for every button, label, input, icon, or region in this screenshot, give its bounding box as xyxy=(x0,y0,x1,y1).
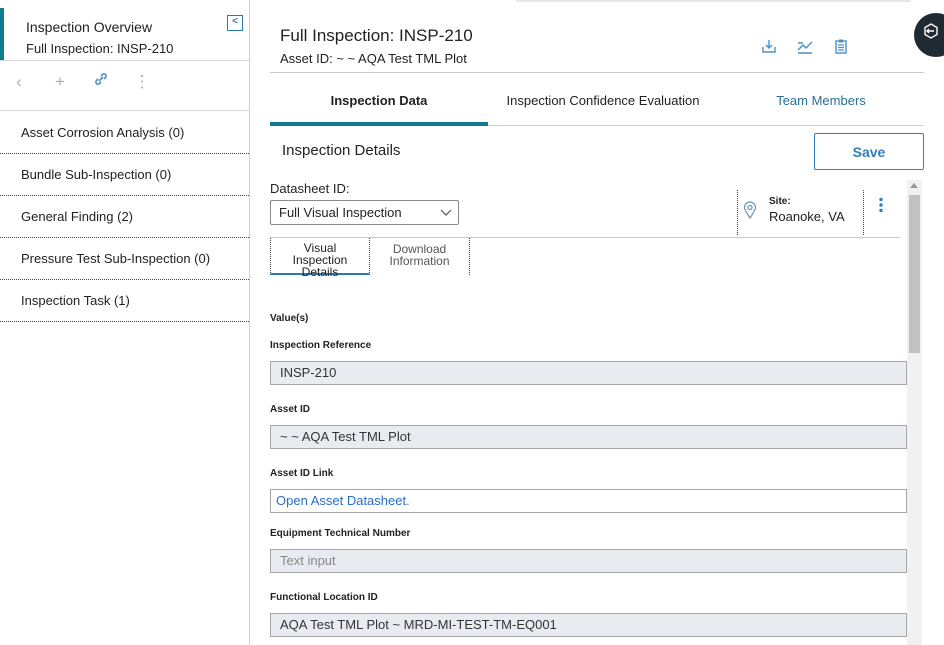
field-label: Asset ID xyxy=(270,404,311,415)
chevron-down-icon xyxy=(440,204,452,227)
field-label: Asset ID Link xyxy=(270,468,334,479)
values-header: Value(s) xyxy=(270,313,309,324)
datasheet-select[interactable]: Full Visual Inspection xyxy=(270,200,459,225)
list-item[interactable]: Bundle Sub-Inspection (0) xyxy=(0,154,249,196)
left-panel-subtitle: Full Inspection: INSP-210 xyxy=(26,41,174,56)
asset-id-field[interactable]: ~ ~ AQA Test TML Plot xyxy=(270,425,907,449)
link-icon[interactable] xyxy=(91,72,111,92)
save-button[interactable]: Save xyxy=(814,133,924,170)
exit-icon[interactable] xyxy=(914,13,944,57)
list-item[interactable]: General Finding (2) xyxy=(0,196,249,238)
list-item[interactable]: Inspection Task (1) xyxy=(0,280,249,322)
form-scrollbar[interactable] xyxy=(907,180,922,645)
asset-id-link-field: Open Asset Datasheet. xyxy=(270,489,907,513)
field-label: Functional Location ID xyxy=(270,592,378,603)
tab-team-members[interactable]: Team Members xyxy=(718,80,924,126)
header-divider xyxy=(270,72,924,73)
tab-inspection-confidence-evaluation[interactable]: Inspection Confidence Evaluation xyxy=(488,80,718,126)
main-panel: Full Inspection: INSP-210 Asset ID: ~ ~ … xyxy=(251,0,944,645)
scroll-thumb[interactable] xyxy=(909,195,920,353)
chevron-left-icon[interactable]: < xyxy=(227,15,243,31)
list-item[interactable]: Asset Corrosion Analysis (0) xyxy=(0,112,249,154)
chart-icon[interactable] xyxy=(796,38,814,56)
related-items-list: Asset Corrosion Analysis (0) Bundle Sub-… xyxy=(0,112,249,322)
site-label: Site: xyxy=(769,196,791,207)
more-icon[interactable]: ⋮ xyxy=(132,72,152,92)
section-title: Inspection Details xyxy=(282,142,401,159)
datasheet-label: Datasheet ID: xyxy=(270,181,350,196)
add-icon[interactable]: + xyxy=(50,72,70,92)
site-info: Site: Roanoke, VA xyxy=(737,190,864,235)
active-accent-bar xyxy=(0,8,4,60)
functional-location-id-field[interactable]: AQA Test TML Plot ~ MRD-MI-TEST-TM-EQ001 xyxy=(270,613,907,637)
open-asset-datasheet-link[interactable]: Open Asset Datasheet. xyxy=(276,493,410,508)
site-value: Roanoke, VA xyxy=(769,209,845,224)
field-label: Equipment Technical Number xyxy=(270,528,411,539)
subtab-visual-inspection-details[interactable]: Visual Inspection Details xyxy=(270,238,370,279)
page-title: Full Inspection: INSP-210 xyxy=(280,26,473,45)
datasheet-select-value: Full Visual Inspection xyxy=(279,205,402,220)
download-icon[interactable] xyxy=(760,38,778,56)
tab-inspection-data[interactable]: Inspection Data xyxy=(270,80,488,126)
subtab-label-line: Details xyxy=(301,265,339,279)
clipboard-icon[interactable] xyxy=(832,38,850,56)
subtab-label-line: Information xyxy=(389,254,450,268)
main-tabs: Inspection Data Inspection Confidence Ev… xyxy=(270,80,924,126)
scroll-up-icon[interactable] xyxy=(910,183,918,188)
left-toolbar: ‹ + ⋮ xyxy=(0,62,249,111)
back-icon[interactable]: ‹ xyxy=(9,72,29,92)
field-label: Inspection Reference xyxy=(270,340,372,351)
equipment-technical-number-field[interactable]: Text input xyxy=(270,549,907,573)
subtab-download-information[interactable]: Download Information xyxy=(370,238,470,275)
left-panel-header: Inspection Overview Full Inspection: INS… xyxy=(0,0,249,61)
map-pin-icon xyxy=(743,201,757,220)
page-subtitle: Asset ID: ~ ~ AQA Test TML Plot xyxy=(280,51,467,66)
list-item[interactable]: Pressure Test Sub-Inspection (0) xyxy=(0,238,249,280)
top-divider xyxy=(516,0,911,2)
kebab-menu-icon[interactable] xyxy=(876,197,886,217)
left-panel-title[interactable]: Inspection Overview xyxy=(26,19,152,35)
left-panel: Inspection Overview Full Inspection: INS… xyxy=(0,0,250,645)
inspection-reference-field[interactable]: INSP-210 xyxy=(270,361,907,385)
